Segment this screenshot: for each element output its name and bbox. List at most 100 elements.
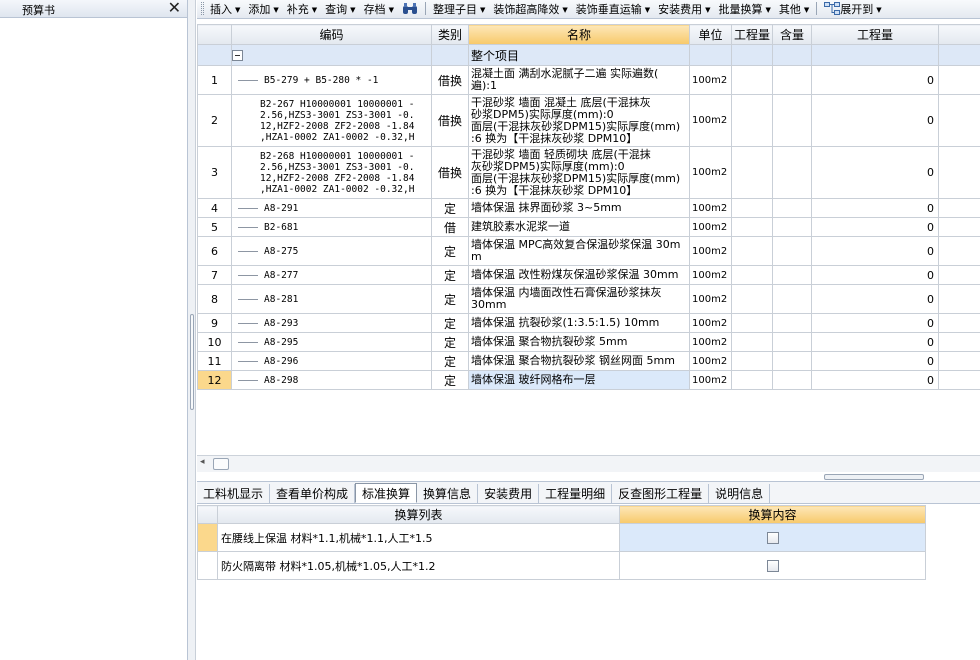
tab-5[interactable]: 工程量明细 — [539, 484, 613, 504]
row-number[interactable]: 6 — [197, 236, 232, 266]
tab-3[interactable]: 换算信息 — [417, 484, 479, 504]
collapse-icon[interactable] — [232, 50, 243, 61]
toolbar-button-9[interactable]: 安装费用 ▼ — [654, 0, 714, 18]
name-cell[interactable]: 墙体保温 抗裂砂浆(1:3.5:1.5) 10mm — [468, 313, 690, 333]
quantity-cell[interactable]: 0 — [811, 351, 939, 371]
unit-cell[interactable]: 100m2 — [689, 94, 732, 147]
category-cell[interactable]: 定 — [431, 198, 469, 218]
tab-4[interactable]: 安装费用 — [478, 484, 540, 504]
content-cell[interactable] — [772, 313, 812, 333]
row-number[interactable]: 4 — [197, 198, 232, 218]
code-cell[interactable]: A8-281 — [231, 284, 432, 314]
toolbar-button-7[interactable]: 装饰超高降效 ▼ — [489, 0, 571, 18]
table-row[interactable]: 5 B2-681 借建筑胶素水泥浆一道 100m2 0 — [197, 217, 980, 237]
name-cell[interactable]: 墙体保温 MPC高效复合保温砂浆保温 30m m — [468, 236, 690, 266]
quantity-cell[interactable]: 0 — [811, 313, 939, 333]
name-cell[interactable]: 建筑胶素水泥浆一道 — [468, 217, 690, 237]
code-cell[interactable]: B2-267 H10000001 10000001 -2.56,HZS3-300… — [231, 94, 432, 147]
toolbar-button-0[interactable]: 插入 ▼ — [206, 0, 244, 18]
header-conversion-content[interactable]: 换算内容 — [619, 505, 926, 524]
category-cell[interactable]: 借换 — [431, 65, 469, 95]
content-cell[interactable] — [772, 217, 812, 237]
category-cell[interactable]: 借换 — [431, 94, 469, 147]
toolbar-button-11[interactable]: 其他 ▼ — [775, 0, 813, 18]
unit-cell[interactable]: 100m2 — [689, 265, 732, 285]
toolbar-button-8[interactable]: 装饰垂直运输 ▼ — [572, 0, 654, 18]
category-cell[interactable]: 定 — [431, 236, 469, 266]
tab-1[interactable]: 查看单价构成 — [270, 484, 356, 504]
toolbar-button-1[interactable]: 添加 ▼ — [244, 0, 282, 18]
table-row[interactable]: 3 B2-268 H10000001 10000001 -2.56,HZS3-30… — [197, 146, 980, 199]
toolbar-button-12[interactable]: 展开到 ▼ — [820, 0, 885, 18]
table-row[interactable]: 12 A8-298 定墙体保温 玻纤网格布一层 100m2 0 — [197, 370, 980, 390]
table-row[interactable]: 11 A8-296 定墙体保温 聚合物抗裂砂浆 钢丝网面 5mm 100m2 0 — [197, 351, 980, 371]
code-cell[interactable]: A8-295 — [231, 332, 432, 352]
quantity-expr-cell[interactable] — [731, 146, 773, 199]
header-content[interactable]: 含量 — [772, 24, 812, 45]
header-quantity[interactable]: 工程量 — [811, 24, 939, 45]
quantity-cell[interactable]: 0 — [811, 65, 939, 95]
category-cell[interactable]: 借 — [431, 217, 469, 237]
table-row[interactable]: 10 A8-295 定墙体保温 聚合物抗裂砂浆 5mm 100m2 0 — [197, 332, 980, 352]
quantity-expr-cell[interactable] — [731, 236, 773, 266]
table-row[interactable]: 1 B5-279 + B5-280 * -1 借换 混凝土面 满刮水泥腻子二遍 实际遍… — [197, 65, 980, 95]
table-row[interactable]: 9 A8-293 定墙体保温 抗裂砂浆(1:3.5:1.5) 10mm 100m2 0 — [197, 313, 980, 333]
quantity-cell[interactable]: 0 — [811, 284, 939, 314]
category-cell[interactable]: 定 — [431, 351, 469, 371]
vertical-splitter[interactable] — [188, 0, 196, 660]
quantity-expr-cell[interactable] — [731, 370, 773, 390]
scroll-thumb[interactable] — [213, 458, 229, 470]
content-cell[interactable] — [772, 198, 812, 218]
quantity-expr-cell[interactable] — [731, 94, 773, 147]
header-category[interactable]: 类别 — [431, 24, 469, 45]
scroll-left-icon[interactable]: ◂ — [200, 457, 205, 467]
quantity-cell[interactable]: 0 — [811, 332, 939, 352]
table-row[interactable]: 7 A8-277 定墙体保温 改性粉煤灰保温砂浆保温 30mm 100m2 0 — [197, 265, 980, 285]
close-icon[interactable]: ✕ — [168, 0, 181, 17]
content-cell[interactable] — [772, 146, 812, 199]
name-cell[interactable]: 墙体保温 改性粉煤灰保温砂浆保温 30mm — [468, 265, 690, 285]
unit-cell[interactable]: 100m2 — [689, 236, 732, 266]
content-cell[interactable] — [772, 332, 812, 352]
quantity-cell[interactable]: 0 — [811, 146, 939, 199]
unit-cell[interactable]: 100m2 — [689, 284, 732, 314]
header-unit[interactable]: 单位 — [689, 24, 732, 45]
name-cell[interactable]: 墙体保温 聚合物抗裂砂浆 钢丝网面 5mm — [468, 351, 690, 371]
quantity-expr-cell[interactable] — [731, 351, 773, 371]
tab-7[interactable]: 说明信息 — [709, 484, 771, 504]
conversion-row[interactable]: 防火隔离带 材料*1.05,机械*1.05,人工*1.2 — [197, 551, 926, 580]
category-cell[interactable]: 定 — [431, 313, 469, 333]
category-cell[interactable]: 定 — [431, 332, 469, 352]
quantity-expr-cell[interactable] — [731, 198, 773, 218]
unit-cell[interactable]: 100m2 — [689, 370, 732, 390]
row-number[interactable]: 1 — [197, 65, 232, 95]
header-quantity-expr[interactable]: 工程量 — [731, 24, 773, 45]
quantity-cell[interactable]: 0 — [811, 217, 939, 237]
row-number[interactable]: 8 — [197, 284, 232, 314]
row-number[interactable]: 9 — [197, 313, 232, 333]
category-cell[interactable]: 定 — [431, 265, 469, 285]
tab-0[interactable]: 工料机显示 — [197, 484, 271, 504]
name-cell[interactable]: 混凝土面 满刮水泥腻子二遍 实际遍数(遍):1 — [468, 65, 690, 95]
name-cell[interactable]: 干混砂浆 墙面 轻质砌块 底层(干混抹 灰砂浆DPM5)实际厚度(mm):0 面层(… — [468, 146, 690, 199]
row-number[interactable]: 7 — [197, 265, 232, 285]
code-cell[interactable]: A8-296 — [231, 351, 432, 371]
toolbar-button-2[interactable]: 补充 ▼ — [283, 0, 321, 18]
quantity-cell[interactable]: 0 — [811, 94, 939, 147]
row-number[interactable]: 10 — [197, 332, 232, 352]
toolbar-button-6[interactable]: 整理子目 ▼ — [429, 0, 489, 18]
category-cell[interactable]: 定 — [431, 284, 469, 314]
category-cell[interactable]: 借换 — [431, 146, 469, 199]
unit-cell[interactable]: 100m2 — [689, 217, 732, 237]
header-code[interactable]: 编码 — [231, 24, 432, 45]
unit-cell[interactable]: 100m2 — [689, 332, 732, 352]
horizontal-splitter[interactable] — [824, 474, 924, 480]
name-cell[interactable]: 墙体保温 内墙面改性石膏保温砂浆抹灰 30mm — [468, 284, 690, 314]
table-row[interactable]: 8 A8-281 定墙体保温 内墙面改性石膏保温砂浆抹灰 30mm 100m2 0 — [197, 284, 980, 314]
content-cell[interactable] — [772, 351, 812, 371]
quantity-cell[interactable]: 0 — [811, 198, 939, 218]
name-cell[interactable]: 墙体保温 聚合物抗裂砂浆 5mm — [468, 332, 690, 352]
content-cell[interactable] — [772, 370, 812, 390]
code-cell[interactable]: B2-268 H10000001 10000001 -2.56,HZS3-300… — [231, 146, 432, 199]
code-cell[interactable]: B5-279 + B5-280 * -1 — [231, 65, 432, 95]
